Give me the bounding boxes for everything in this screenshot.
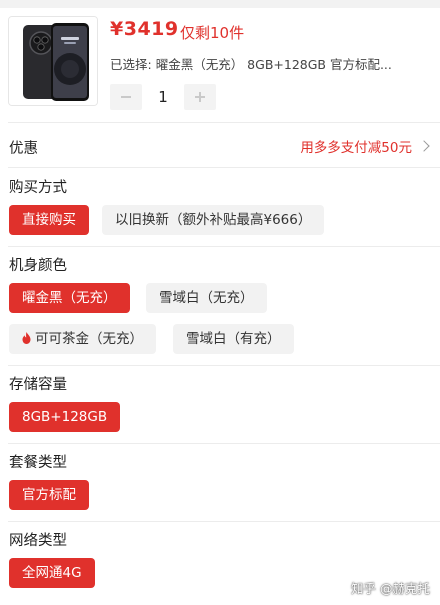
- quantity-value[interactable]: 1: [142, 88, 184, 106]
- minus-icon: [121, 96, 131, 98]
- phone-image: [9, 17, 97, 105]
- divider: [8, 443, 440, 444]
- storage-title: 存储容量: [9, 377, 67, 393]
- promo-link[interactable]: 用多多支付减50元: [300, 136, 430, 156]
- option-network-4g[interactable]: 全网通4G: [9, 558, 95, 588]
- chevron-right-icon: [418, 140, 430, 152]
- option-color-black[interactable]: 曜金黑（无充）: [9, 283, 130, 313]
- option-color-cocoa-gold[interactable]: 可可茶金（无充）: [9, 324, 156, 354]
- selected-label: 已选择:: [110, 57, 152, 72]
- option-storage-8-128[interactable]: 8GB+128GB: [9, 402, 121, 432]
- divider: [8, 365, 440, 366]
- top-separator: [0, 0, 440, 8]
- option-package-standard[interactable]: 官方标配: [9, 480, 89, 510]
- plus-icon: [195, 92, 205, 102]
- option-trade-in[interactable]: 以旧换新（额外补贴最高¥666）: [102, 205, 325, 235]
- divider: [8, 246, 440, 247]
- option-direct-buy[interactable]: 直接购买: [9, 205, 89, 235]
- purchase-method-title: 购买方式: [9, 180, 67, 196]
- quantity-increase-button[interactable]: [184, 84, 216, 110]
- color-title: 机身颜色: [9, 258, 67, 274]
- flame-icon: [22, 332, 31, 344]
- network-title: 网络类型: [9, 533, 67, 549]
- quantity-stepper: 1: [110, 84, 216, 110]
- watermark: 知乎 @赫克托: [351, 581, 430, 596]
- divider: [8, 122, 440, 123]
- divider: [8, 521, 440, 522]
- option-color-white[interactable]: 雪域白（无充）: [146, 283, 267, 313]
- selected-value: 曜金黑（无充） 8GB+128GB 官方标配...: [155, 57, 392, 72]
- product-image[interactable]: [8, 16, 98, 106]
- selected-spec: 已选择: 曜金黑（无充） 8GB+128GB 官方标配...: [110, 54, 392, 73]
- package-title: 套餐类型: [9, 455, 67, 471]
- product-summary: ¥3419 仅剩10件 已选择: 曜金黑（无充） 8GB+128GB 官方标配.…: [8, 16, 432, 112]
- option-color-white-charger[interactable]: 雪域白（有充）: [173, 324, 294, 354]
- option-color-cocoa-gold-label: 可可茶金（无充）: [35, 331, 143, 347]
- stock-remaining: 仅剩10件: [180, 24, 245, 42]
- product-price: ¥3419: [110, 18, 179, 40]
- divider: [8, 167, 440, 168]
- promo-value: 用多多支付减50元: [300, 140, 412, 156]
- quantity-decrease-button[interactable]: [110, 84, 142, 110]
- promo-title: 优惠: [9, 141, 38, 157]
